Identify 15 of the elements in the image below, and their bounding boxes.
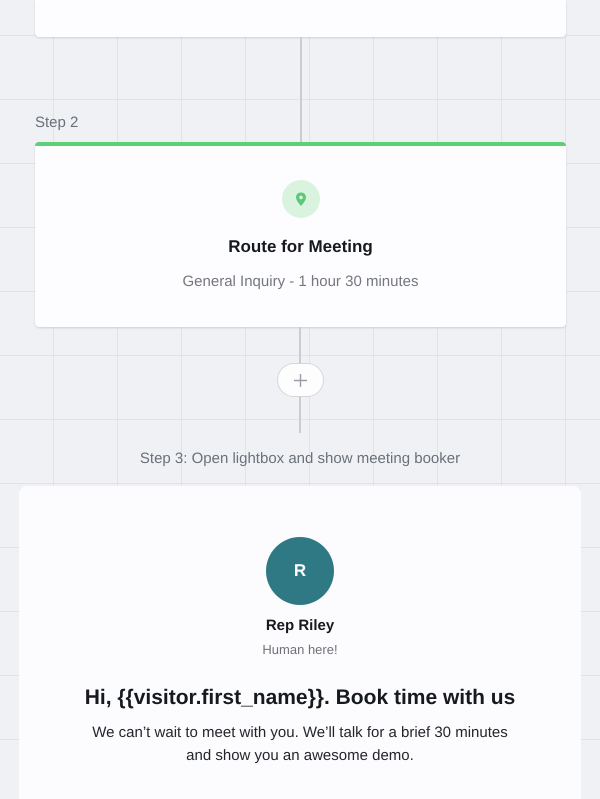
booker-heading: Hi, {{visitor.first_name}}. Book time with us	[84, 686, 516, 710]
map-pin-icon	[282, 180, 320, 218]
avatar: R	[266, 537, 334, 605]
step-label: Step 2	[35, 114, 78, 131]
plus-icon	[294, 374, 306, 386]
step-card[interactable]: Route for Meeting General Inquiry - 1 hour 30 minutes	[35, 142, 566, 327]
connector-line	[299, 327, 301, 363]
step-subtitle: General Inquiry - 1 hour 30 minutes	[182, 273, 418, 290]
rep-name: Rep Riley	[266, 617, 334, 634]
booker-message: We can’t wait to meet with you. We’ll talk for a brief 30 minutes and show you an awesome demo.	[91, 723, 509, 766]
rep-tagline: Human here!	[262, 642, 338, 657]
step-label: Step 3: Open lightbox and show meeting booker	[140, 449, 460, 469]
step-title: Route for Meeting	[228, 237, 373, 257]
connector-line	[299, 397, 301, 433]
add-step-button[interactable]	[276, 363, 324, 397]
